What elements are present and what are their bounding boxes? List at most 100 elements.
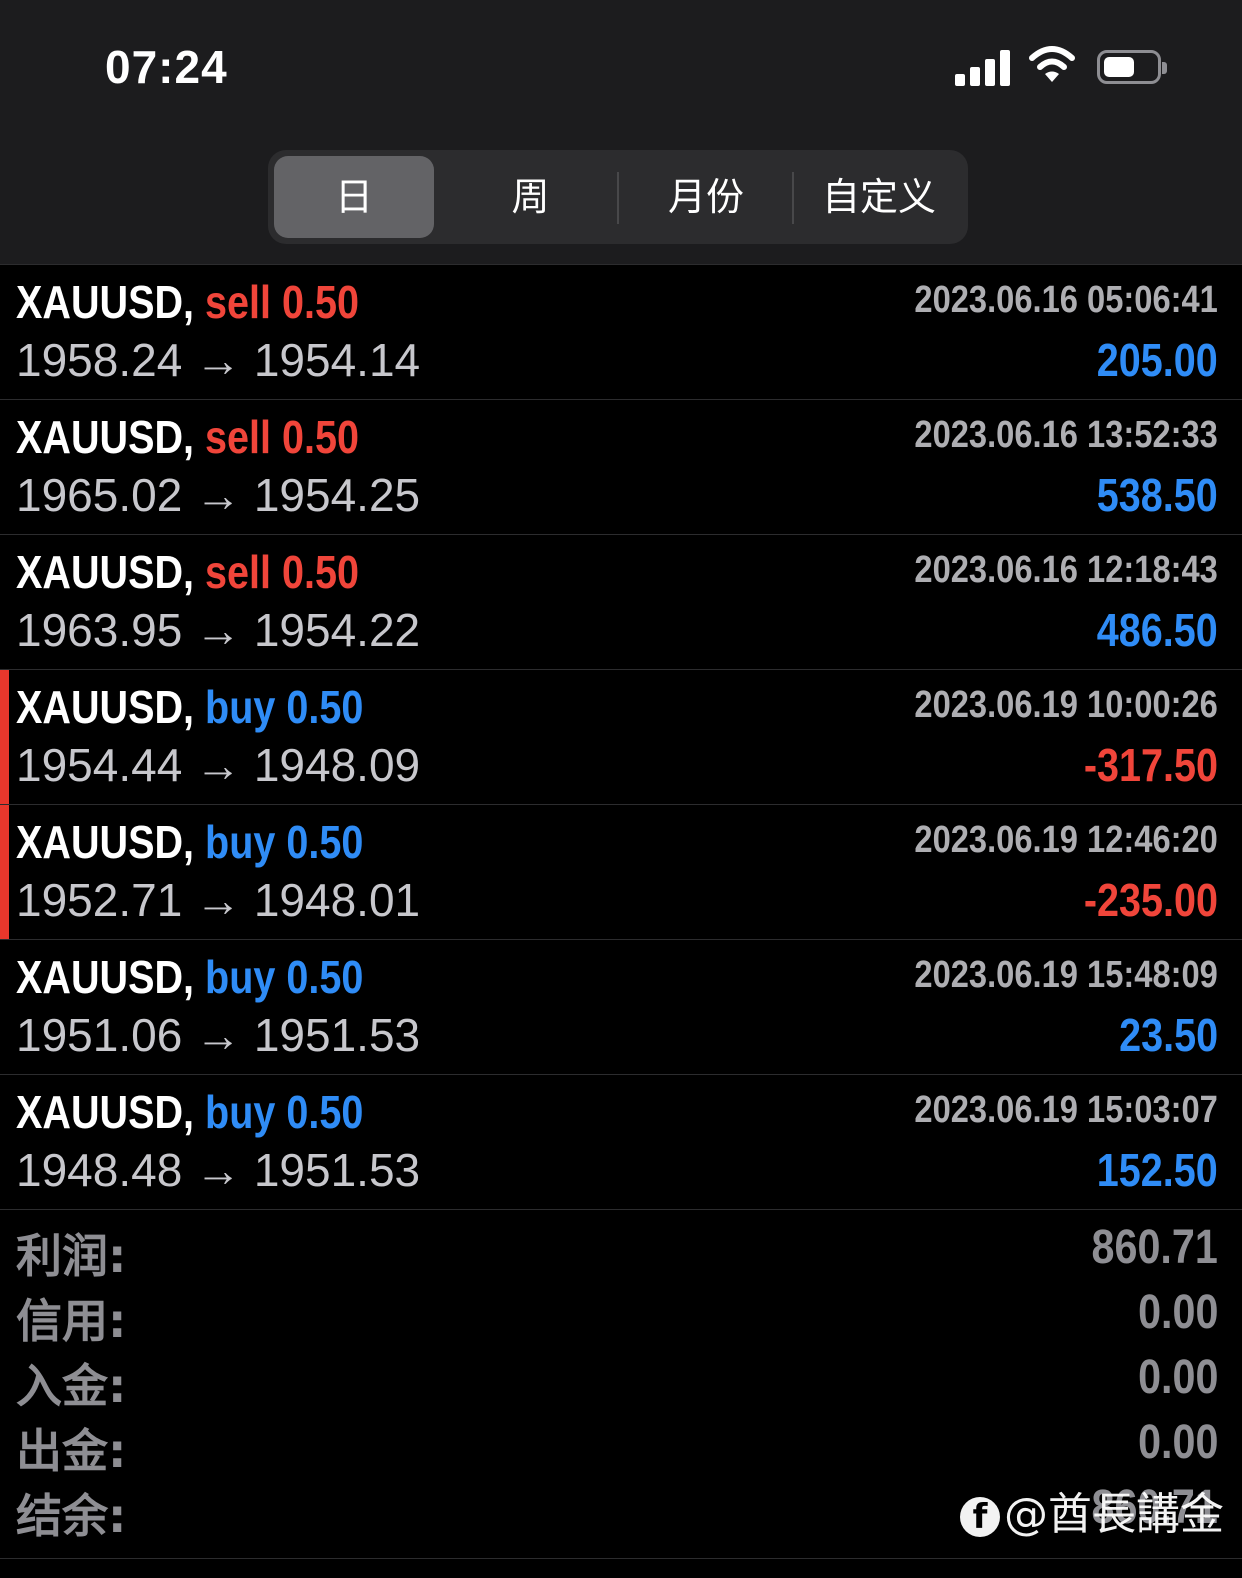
trade-title: XAUUSD, buy 0.50 [16,815,363,869]
open-price: 1948.48 [16,1144,183,1196]
open-price: 1952.71 [16,874,183,926]
header: 07:24 日 周 月份 自定义 [0,0,1242,264]
trade-prices: 1948.48 → 1951.53 [16,1143,420,1197]
trade-prices: 1958.24 → 1954.14 [16,333,420,387]
arrow-icon: → [195,739,242,791]
close-price: 1954.25 [253,469,421,521]
trade-row[interactable]: XAUUSD, buy 0.50 1954.44 → 1948.09 2023.06… [0,670,1242,805]
tab-day[interactable]: 日 [274,156,434,238]
trade-list: XAUUSD, sell 0.50 1958.24 → 1954.14 2023.0… [0,264,1242,1210]
summary-value: 0.00 [1137,1351,1218,1404]
trade-direction: buy [205,951,276,1003]
close-price: 1951.53 [253,1144,421,1196]
arrow-icon: → [195,469,242,521]
trade-row[interactable]: XAUUSD, buy 0.50 1951.06 → 1951.53 2023.06… [0,940,1242,1075]
trade-prices: 1965.02 → 1954.25 [16,468,420,522]
trade-symbol: XAUUSD, [16,681,195,733]
trade-time: 2023.06.16 05:06:41 [914,279,1218,321]
trade-title: XAUUSD, buy 0.50 [16,680,363,734]
trade-prices: 1952.71 → 1948.01 [16,873,420,927]
summary-row: 利润: 860.71 [0,1220,1242,1285]
trade-direction: buy [205,681,276,733]
trade-profit: 152.50 [1096,1144,1218,1196]
trade-direction: sell [205,411,272,463]
summary-label: 结余: [16,1489,127,1543]
close-price: 1951.53 [253,1009,421,1061]
trade-profit: 23.50 [1118,1009,1218,1061]
trade-time: 2023.06.19 15:03:07 [914,1089,1218,1131]
trade-title: XAUUSD, sell 0.50 [16,545,359,599]
trade-volume: 0.50 [286,951,364,1003]
open-price: 1965.02 [16,469,183,521]
battery-icon [1097,50,1167,84]
summary-label: 信用: [16,1294,127,1348]
signal-icon [955,50,1011,86]
trade-profit: 205.00 [1096,334,1218,386]
trade-row[interactable]: XAUUSD, sell 0.50 1963.95 → 1954.22 2023.0… [0,535,1242,670]
trade-prices: 1954.44 → 1948.09 [16,738,420,792]
close-price: 1948.09 [253,739,421,791]
trade-profit: 538.50 [1096,469,1218,521]
trade-prices: 1963.95 → 1954.22 [16,603,420,657]
close-price: 1948.01 [253,874,421,926]
tab-week[interactable]: 周 [443,156,618,238]
trade-title: XAUUSD, buy 0.50 [16,1085,363,1139]
trade-time: 2023.06.16 13:52:33 [914,414,1218,456]
trade-time: 2023.06.19 10:00:26 [914,684,1218,726]
summary-row: 入金: 0.00 [0,1350,1242,1415]
row-highlight-bar [0,805,9,939]
trade-direction: sell [205,276,272,328]
arrow-icon: → [195,874,242,926]
open-price: 1951.06 [16,1009,183,1061]
trade-title: XAUUSD, buy 0.50 [16,950,363,1004]
trade-row[interactable]: XAUUSD, buy 0.50 1952.71 → 1948.01 2023.06… [0,805,1242,940]
trade-volume: 0.50 [286,681,364,733]
period-segmented-control: 日 周 月份 自定义 [268,150,968,244]
summary-label: 出金: [16,1424,127,1478]
trade-profit: -317.50 [1083,739,1218,791]
trade-volume: 0.50 [282,276,360,328]
trade-row[interactable]: XAUUSD, buy 0.50 1948.48 → 1951.53 2023.06… [0,1075,1242,1210]
trade-direction: buy [205,1086,276,1138]
open-price: 1954.44 [16,739,183,791]
trade-title: XAUUSD, sell 0.50 [16,275,359,329]
summary-value: 0.00 [1137,1286,1218,1339]
trade-symbol: XAUUSD, [16,816,195,868]
arrow-icon: → [195,334,242,386]
trade-time: 2023.06.19 15:48:09 [914,954,1218,996]
trade-symbol: XAUUSD, [16,951,195,1003]
trade-row[interactable]: XAUUSD, sell 0.50 1958.24 → 1954.14 2023.0… [0,264,1242,400]
tab-month[interactable]: 月份 [620,156,792,238]
watermark-text: @酋長講金 [1004,1489,1224,1540]
arrow-icon: → [195,604,242,656]
segment-divider [617,172,619,224]
divider [0,1558,1242,1559]
close-price: 1954.22 [253,604,421,656]
trade-profit: -235.00 [1083,874,1218,926]
trade-profit: 486.50 [1096,604,1218,656]
row-highlight-bar [0,670,9,804]
summary-label: 利润: [16,1229,127,1283]
trade-time: 2023.06.19 12:46:20 [914,819,1218,861]
close-price: 1954.14 [253,334,421,386]
summary-label: 入金: [16,1359,127,1413]
trade-volume: 0.50 [282,411,360,463]
trade-symbol: XAUUSD, [16,411,195,463]
trade-row[interactable]: XAUUSD, sell 0.50 1965.02 → 1954.25 2023.0… [0,400,1242,535]
trade-volume: 0.50 [286,1086,364,1138]
open-price: 1958.24 [16,334,183,386]
trade-time: 2023.06.16 12:18:43 [914,549,1218,591]
trade-symbol: XAUUSD, [16,546,195,598]
trade-volume: 0.50 [286,816,364,868]
trade-symbol: XAUUSD, [16,1086,195,1138]
facebook-icon: f [960,1497,1000,1537]
summary-value: 0.00 [1137,1416,1218,1469]
arrow-icon: → [195,1144,242,1196]
trade-volume: 0.50 [282,546,360,598]
tab-custom[interactable]: 自定义 [794,156,964,238]
summary-row: 信用: 0.00 [0,1285,1242,1350]
trade-prices: 1951.06 → 1951.53 [16,1008,420,1062]
trade-title: XAUUSD, sell 0.50 [16,410,359,464]
trade-symbol: XAUUSD, [16,276,195,328]
watermark: f @酋長講金 [960,1478,1224,1542]
